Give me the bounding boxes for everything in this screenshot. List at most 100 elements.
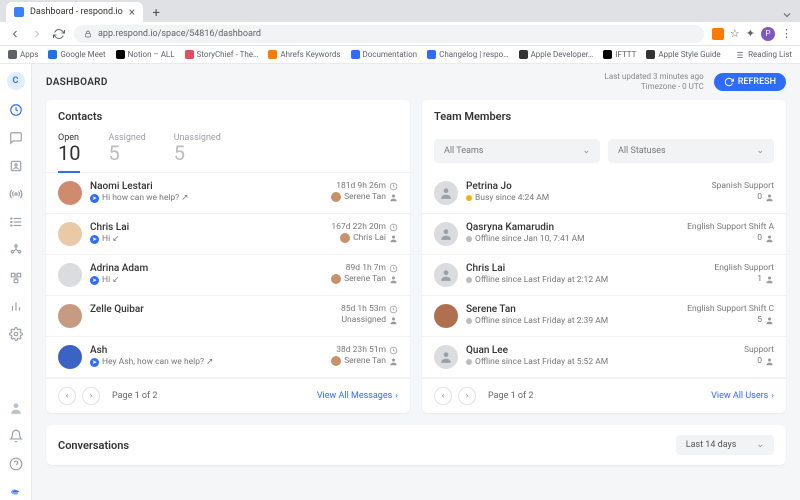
contact-row[interactable]: Adrina Adam ➤Hi ↙ 89d 1h 7m Serene Tan xyxy=(46,255,410,296)
reload-button[interactable] xyxy=(52,27,66,41)
close-icon[interactable]: × xyxy=(129,6,135,18)
contact-name: Zelle Quibar xyxy=(90,304,333,315)
bookmarks-bar: Apps Google Meet Notion – ALL StoryChief… xyxy=(0,46,800,64)
back-button[interactable] xyxy=(8,27,22,41)
apps-button[interactable]: Apps xyxy=(8,50,38,59)
contacts-pager: ‹ › Page 1 of 2 View All Messages › xyxy=(46,378,410,413)
bookmark-item[interactable]: Documentation xyxy=(351,50,418,59)
extensions-icon[interactable]: ✦ xyxy=(746,27,755,40)
bookmark-item[interactable]: Notion – ALL xyxy=(116,50,175,59)
sidebar-rail: C xyxy=(0,64,32,500)
member-count: 0 xyxy=(757,233,774,243)
profile-avatar[interactable]: P xyxy=(761,27,775,41)
app-logo-icon[interactable] xyxy=(8,484,24,500)
contact-assignee: Serene Tan xyxy=(331,192,398,202)
star-icon[interactable]: ☆ xyxy=(730,27,740,40)
bookmark-item[interactable]: Apple Style Guide xyxy=(646,50,720,59)
member-team: English Support Shift A xyxy=(687,222,774,232)
member-team: Spanish Support xyxy=(712,181,774,191)
tab-assigned[interactable]: Assigned 5 xyxy=(108,129,145,172)
contact-avatar xyxy=(58,345,82,369)
contact-time: 85d 1h 53m xyxy=(341,304,398,314)
contact-row[interactable]: Chris Lai ➤Hi ↙ 167d 22h 20m Chris Lai xyxy=(46,214,410,255)
pager-prev-button[interactable]: ‹ xyxy=(58,387,76,405)
lock-icon xyxy=(84,30,92,38)
period-select[interactable]: Last 14 days ⌄ xyxy=(676,435,774,455)
contact-assignee: Serene Tan xyxy=(331,356,398,366)
status-dot-icon xyxy=(466,236,472,242)
contact-row[interactable]: Ash ➤Hey Ash, how can we help? ↗ 38d 23h… xyxy=(46,337,410,378)
bookmark-item[interactable]: IFTTT xyxy=(603,50,636,59)
bookmark-item[interactable]: Ahrefs Keywords xyxy=(268,50,340,59)
team-row[interactable]: Chris Lai Offline since Last Friday at 2… xyxy=(422,255,786,296)
member-status: Offline since Jan 10, 7:41 AM xyxy=(466,234,679,244)
pager-prev-button[interactable]: ‹ xyxy=(434,387,452,405)
contact-avatar xyxy=(58,263,82,287)
member-count: 1 xyxy=(757,274,774,284)
nav-automation-icon[interactable] xyxy=(8,242,24,258)
browser-addressbar: app.respond.io/space/54816/dashboard ☆ ✦… xyxy=(0,22,800,46)
message-icon: ➤ xyxy=(90,358,99,367)
team-row[interactable]: Petrina Jo Busy since 4:24 AM Spanish Su… xyxy=(422,173,786,214)
bookmark-item[interactable]: Apple Developer… xyxy=(519,50,594,59)
bookmark-item[interactable]: StoryChief - The… xyxy=(185,50,259,59)
nav-messages-icon[interactable] xyxy=(8,130,24,146)
reading-list-button[interactable]: Reading List xyxy=(734,50,792,60)
contact-time: 38d 23h 51m xyxy=(336,345,398,355)
forward-button[interactable] xyxy=(30,27,44,41)
tab-unassigned[interactable]: Unassigned 5 xyxy=(174,129,221,172)
nav-notifications-icon[interactable] xyxy=(8,428,24,444)
window-chevron-icon[interactable] xyxy=(780,8,794,22)
chevron-right-icon: › xyxy=(395,391,398,401)
view-all-users-link[interactable]: View All Users › xyxy=(711,391,774,401)
pager-next-button[interactable]: › xyxy=(458,387,476,405)
nav-broadcast-icon[interactable] xyxy=(8,186,24,202)
member-avatar xyxy=(434,181,458,205)
nav-help-icon[interactable] xyxy=(8,456,24,472)
contact-message: ➤Hi ↙ xyxy=(90,275,323,285)
browser-tab[interactable]: Dashboard - respond.io × xyxy=(6,2,143,22)
contact-assignee: Unassigned xyxy=(342,315,398,325)
member-avatar xyxy=(434,222,458,246)
statuses-select[interactable]: All Statuses ⌄ xyxy=(608,139,774,163)
team-title: Team Members xyxy=(422,100,786,129)
nav-dashboard-icon[interactable] xyxy=(8,102,24,118)
pager-text: Page 1 of 2 xyxy=(112,391,157,401)
workspace-logo[interactable]: C xyxy=(7,72,25,90)
contact-time: 181d 9h 26m xyxy=(336,181,398,191)
tab-open[interactable]: Open 10 xyxy=(58,129,80,173)
bookmark-item[interactable]: Changelog | respo… xyxy=(427,50,508,59)
nav-settings-icon[interactable] xyxy=(8,326,24,342)
ext-icon[interactable] xyxy=(712,28,724,40)
nav-user-icon[interactable] xyxy=(8,400,24,416)
message-icon: ➤ xyxy=(90,235,99,244)
pager-next-button[interactable]: › xyxy=(82,387,100,405)
member-status: Busy since 4:24 AM xyxy=(466,193,704,203)
member-team: Support xyxy=(744,345,774,355)
new-tab-button[interactable]: + xyxy=(147,4,165,22)
menu-icon[interactable]: ⋮ xyxy=(781,27,792,40)
refresh-button[interactable]: REFRESH xyxy=(714,73,786,91)
pager-text: Page 1 of 2 xyxy=(488,391,533,401)
team-row[interactable]: Serene Tan Offline since Last Friday at … xyxy=(422,296,786,337)
nav-reports-icon[interactable] xyxy=(8,298,24,314)
team-row[interactable]: Quan Lee Offline since Last Friday at 5:… xyxy=(422,337,786,378)
contact-assignee: Chris Lai xyxy=(340,233,398,243)
contact-name: Ash xyxy=(90,345,323,356)
contact-avatar xyxy=(58,222,82,246)
nav-contacts-icon[interactable] xyxy=(8,158,24,174)
chevron-down-icon: ⌄ xyxy=(582,146,590,156)
url-input[interactable]: app.respond.io/space/54816/dashboard xyxy=(74,25,704,43)
member-name: Petrina Jo xyxy=(466,181,704,192)
team-row[interactable]: Qasryna Kamarudin Offline since Jan 10, … xyxy=(422,214,786,255)
bookmark-item[interactable]: Google Meet xyxy=(48,50,105,59)
nav-workflow-icon[interactable] xyxy=(8,270,24,286)
contact-row[interactable]: Naomi Lestari ➤Hi how can we help? ↗ 181… xyxy=(46,173,410,214)
member-team: English Support xyxy=(714,263,774,273)
nav-list-icon[interactable] xyxy=(8,214,24,230)
chevron-right-icon: › xyxy=(771,391,774,401)
contact-name: Naomi Lestari xyxy=(90,181,323,192)
contact-row[interactable]: Zelle Quibar 85d 1h 53m Unassigned xyxy=(46,296,410,337)
teams-select[interactable]: All Teams ⌄ xyxy=(434,139,600,163)
view-all-messages-link[interactable]: View All Messages › xyxy=(317,391,398,401)
